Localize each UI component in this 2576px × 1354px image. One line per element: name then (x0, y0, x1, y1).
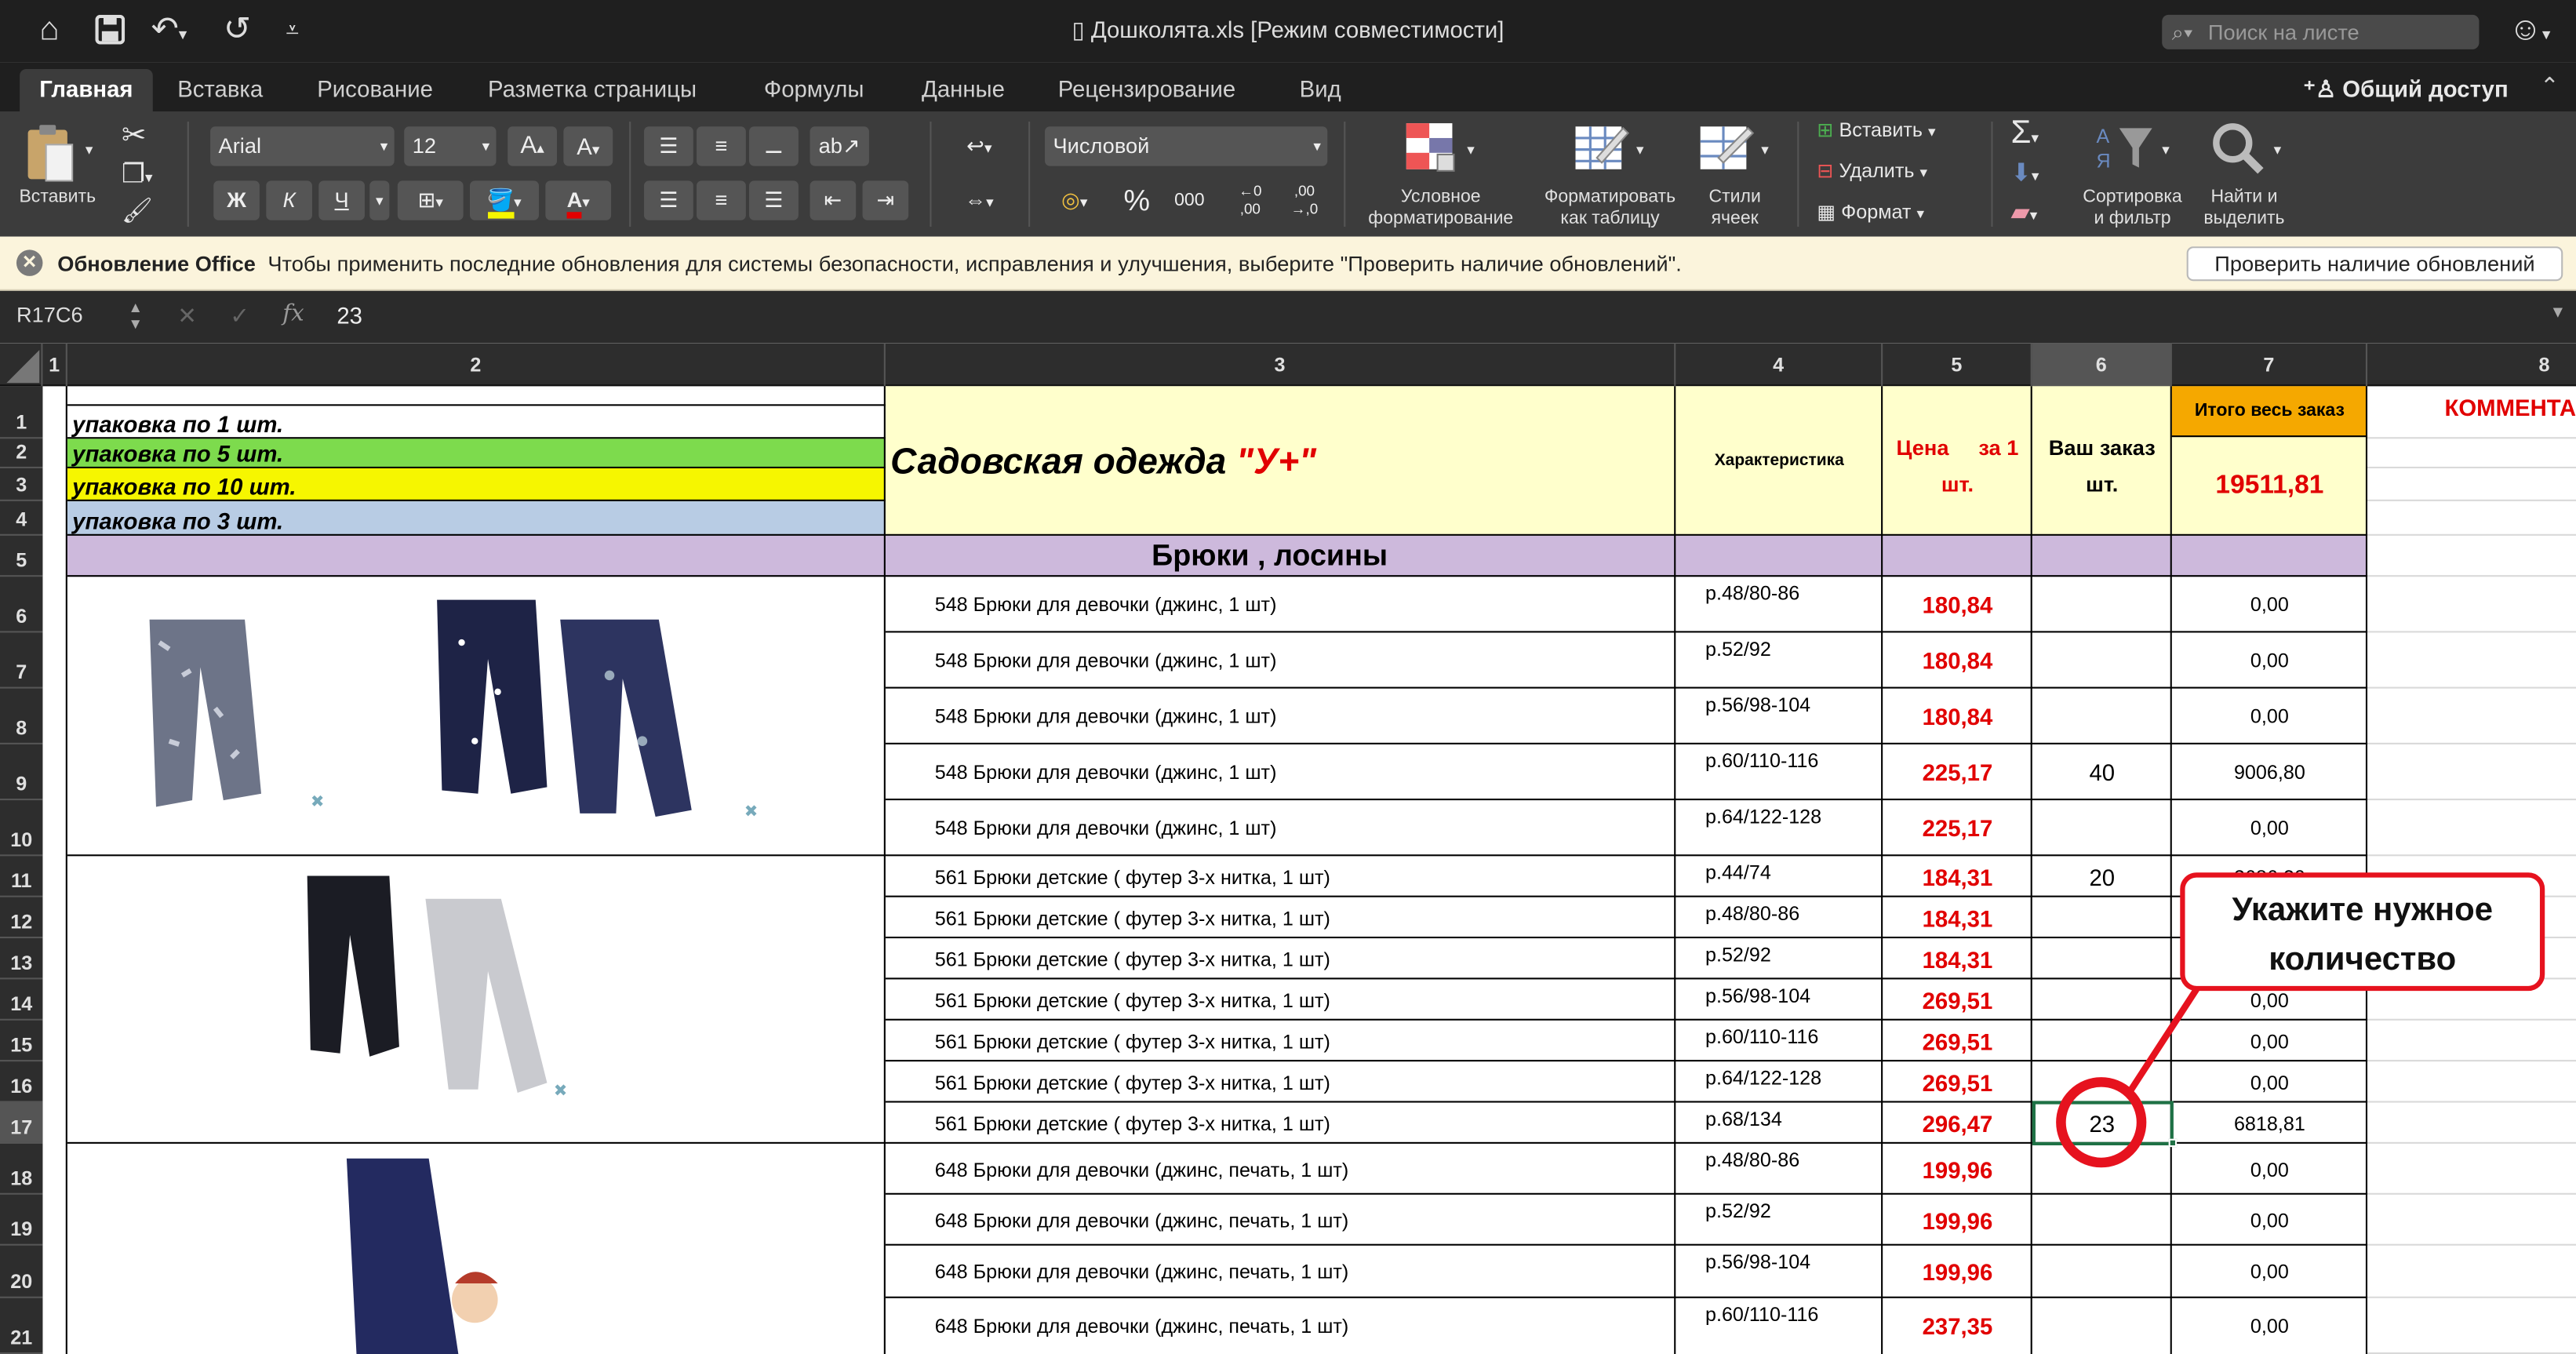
excel-window: ⌂ ↶▾ ↺ ⩡ ▯ Дошколята.xls [Режим совмести… (0, 0, 2576, 1354)
callout-text: количество (2269, 941, 2457, 978)
annotation-overlay (2056, 987, 2199, 1168)
callout-circle-highlight (2056, 1077, 2147, 1168)
callout-box: Укажите нужное количество (2180, 872, 2545, 992)
callout-text: Укажите нужное (2232, 892, 2494, 929)
callout-pointer-line (2126, 987, 2199, 1095)
